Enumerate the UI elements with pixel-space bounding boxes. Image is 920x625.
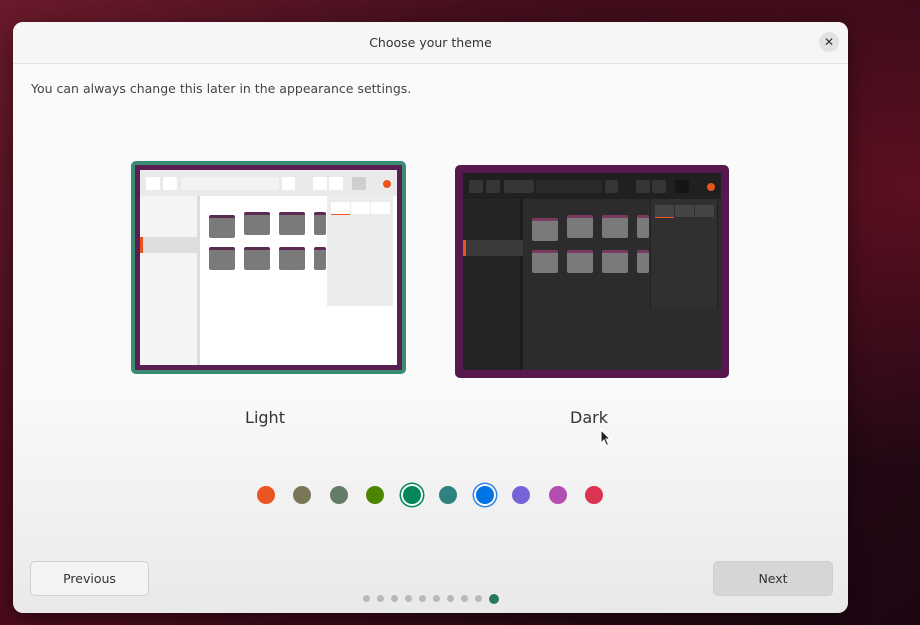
mouse-cursor-icon: [600, 429, 612, 447]
accent-swatch-bark[interactable]: [293, 486, 311, 504]
dialog-titlebar: Choose your theme ✕: [13, 22, 848, 64]
accent-swatch-magenta[interactable]: [549, 486, 567, 504]
preview-chip: [469, 180, 483, 193]
preview-folder-icon: [209, 247, 235, 270]
preview-image-thumbnail: [532, 218, 558, 241]
preview-headerbar: [140, 170, 397, 196]
preview-chip: [486, 180, 500, 193]
theme-option-dark[interactable]: Dark: [455, 161, 729, 427]
preview-chip: [282, 177, 295, 190]
preview-popover: [327, 196, 393, 306]
preview-folder-icon: [637, 215, 649, 238]
preview-chip: [675, 180, 689, 193]
accent-swatch-purple[interactable]: [512, 486, 530, 504]
page-dot-active: [489, 593, 499, 604]
preview-sidebar-selected: [463, 240, 523, 256]
accent-swatch-orange[interactable]: [257, 486, 275, 504]
preview-chip: [352, 177, 366, 190]
preview-folder-icon: [602, 250, 628, 273]
preview-chip: [652, 180, 666, 193]
page-dot: [419, 595, 426, 602]
dialog-title: Choose your theme: [369, 35, 492, 50]
preview-popover-cell: [371, 202, 390, 214]
preview-sidebar: [140, 196, 200, 365]
previous-button[interactable]: Previous: [30, 561, 149, 596]
preview-chip: [146, 177, 160, 190]
preview-folder-icon: [279, 247, 305, 270]
close-button[interactable]: ✕: [819, 32, 839, 52]
preview-chip: [329, 177, 343, 190]
preview-folder-icon: [567, 215, 593, 238]
accent-swatch-blue[interactable]: [476, 486, 494, 504]
choose-theme-dialog: Choose your theme ✕ You can always chang…: [13, 22, 848, 613]
page-dot: [405, 595, 412, 602]
preview-chip: [163, 177, 177, 190]
page-dot: [391, 595, 398, 602]
preview-window: [463, 173, 721, 370]
accent-swatch-prussian-green[interactable]: [439, 486, 457, 504]
accent-swatch-sage[interactable]: [330, 486, 348, 504]
preview-popover-cell: [675, 205, 694, 217]
preview-folder-icon: [602, 215, 628, 238]
preview-folder-icon: [567, 250, 593, 273]
preview-folder-icon: [244, 212, 270, 235]
next-button[interactable]: Next: [713, 561, 833, 596]
preview-image-thumbnail: [209, 215, 235, 238]
preview-folder-icon: [532, 250, 558, 273]
dark-theme-preview[interactable]: [455, 165, 729, 378]
preview-popover-cell: [655, 205, 674, 218]
preview-path-bar: [536, 180, 602, 193]
preview-popover: [650, 199, 718, 309]
preview-folder-icon: [244, 247, 270, 270]
preview-close-dot: [707, 183, 715, 191]
preview-folder-icon: [637, 250, 649, 273]
accent-swatch-viridian[interactable]: [403, 486, 421, 504]
light-theme-preview[interactable]: [131, 161, 406, 374]
close-icon: ✕: [823, 35, 835, 49]
preview-close-dot: [383, 180, 391, 188]
preview-sidebar: [463, 199, 523, 370]
preview-popover-cell: [695, 205, 714, 217]
preview-chip: [504, 180, 534, 193]
preview-window: [140, 170, 397, 365]
page-dot: [433, 595, 440, 602]
theme-option-light[interactable]: Light: [131, 161, 406, 427]
preview-sidebar-selected: [140, 237, 200, 253]
light-theme-label: Light: [245, 408, 285, 427]
preview-chip: [605, 180, 618, 193]
preview-folder-icon: [279, 212, 305, 235]
accent-swatch-olive[interactable]: [366, 486, 384, 504]
preview-headerbar: [463, 173, 721, 199]
preview-path-bar: [181, 177, 279, 190]
preview-chip: [313, 177, 327, 190]
preview-popover-cell: [331, 202, 350, 215]
page-dot: [447, 595, 454, 602]
page-dot: [377, 595, 384, 602]
dark-theme-label: Dark: [570, 408, 608, 427]
accent-swatch-red[interactable]: [585, 486, 603, 504]
page-dot: [461, 595, 468, 602]
preview-folder-icon: [314, 247, 326, 270]
preview-chip: [636, 180, 650, 193]
preview-popover-cell: [351, 202, 370, 214]
dialog-subtitle: You can always change this later in the …: [31, 81, 412, 96]
page-dot: [475, 595, 482, 602]
page-dot: [363, 595, 370, 602]
preview-folder-icon: [314, 212, 326, 235]
